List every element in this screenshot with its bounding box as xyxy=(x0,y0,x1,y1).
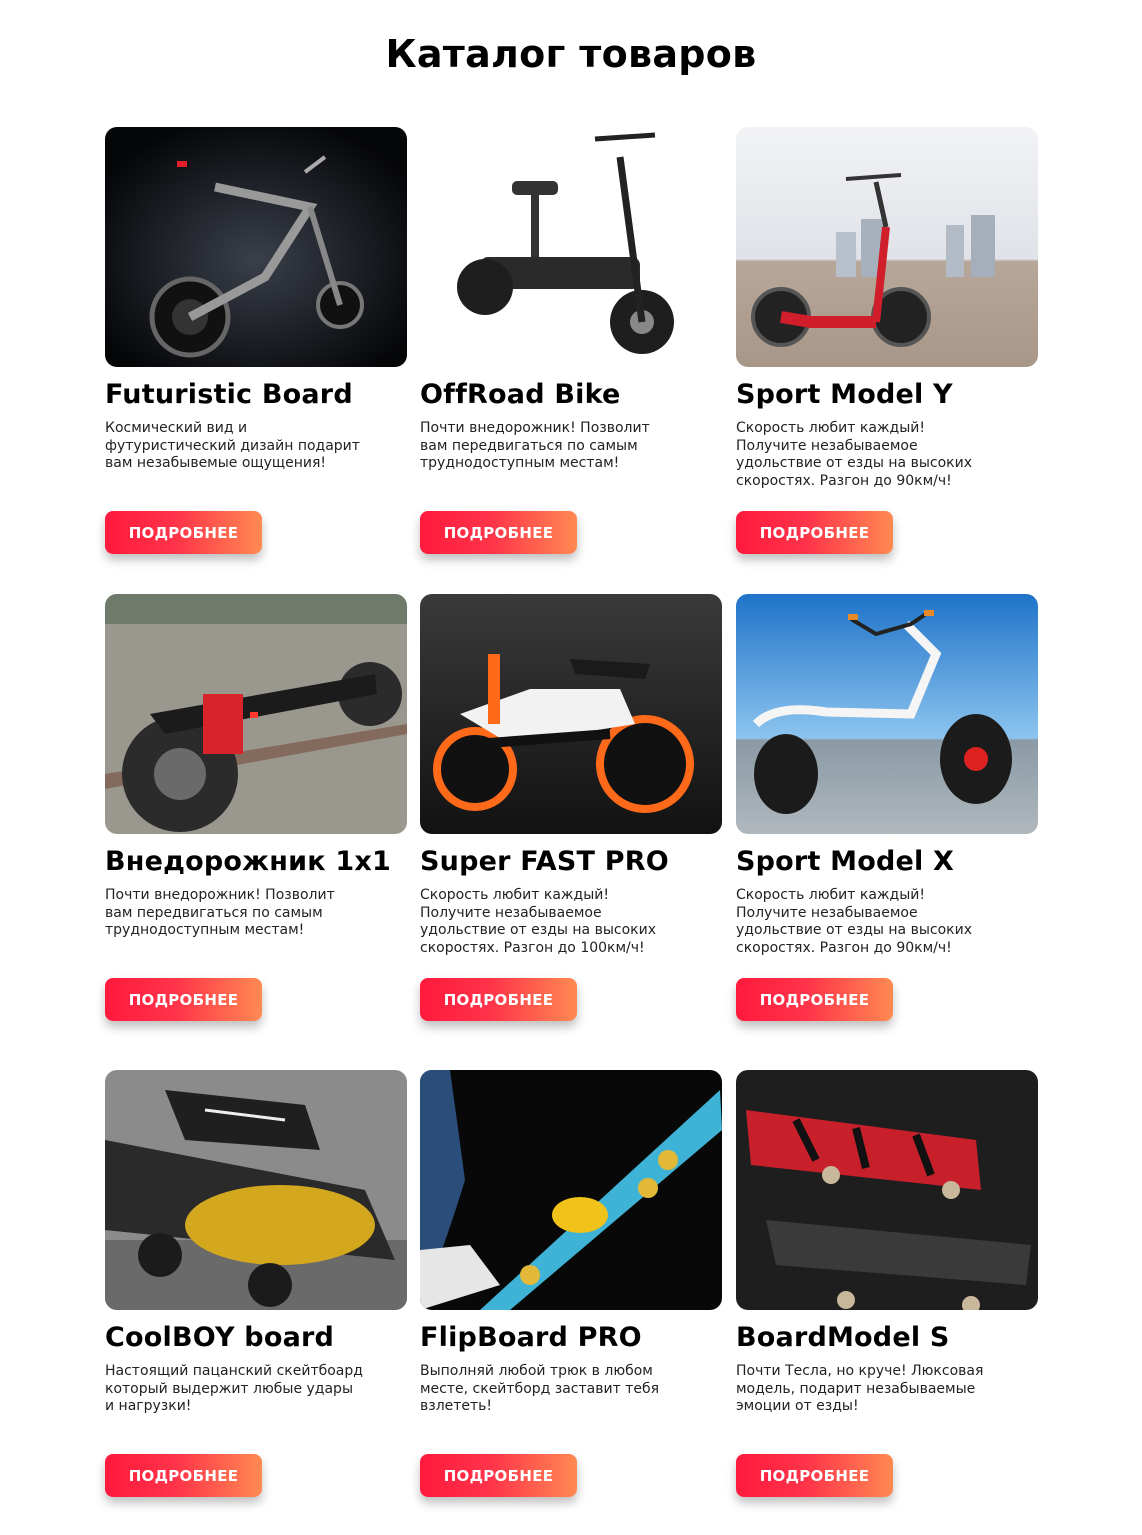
product-image-flipboard-pro[interactable] xyxy=(420,1070,722,1310)
product-description: Выполняй любой трюк в любом месте, скейт… xyxy=(420,1363,660,1414)
product-image-futuristic-board[interactable] xyxy=(105,127,407,367)
details-button[interactable]: ПОДРОБНЕЕ xyxy=(736,1454,893,1497)
product-image-offroad-1x1[interactable] xyxy=(105,594,407,834)
product-title: Sport Model Y xyxy=(736,379,953,410)
details-button[interactable]: ПОДРОБНЕЕ xyxy=(420,1454,577,1497)
product-card: Super FAST PRO Скорость любит каждый! По… xyxy=(420,594,722,1021)
product-card: Futuristic Board Космический вид и футур… xyxy=(105,127,407,554)
product-card: Sport Model Y Скорость любит каждый! Пол… xyxy=(736,127,1038,554)
product-description: Почти внедорожник! Позволит вам передвиг… xyxy=(105,887,335,938)
product-card: CoolBOY board Настоящий пацанский скейтб… xyxy=(105,1070,407,1497)
product-title: OffRoad Bike xyxy=(420,379,621,410)
details-button[interactable]: ПОДРОБНЕЕ xyxy=(420,511,577,554)
product-description: Скорость любит каждый! Получите незабыва… xyxy=(736,420,972,489)
page-title: Каталог товаров xyxy=(385,32,757,76)
product-description: Скорость любит каждый! Получите незабыва… xyxy=(736,887,972,956)
product-title: Super FAST PRO xyxy=(420,846,669,877)
product-title: BoardModel S xyxy=(736,1322,950,1353)
product-description: Скорость любит каждый! Получите незабыва… xyxy=(420,887,656,956)
product-image-super-fast-pro[interactable] xyxy=(420,594,722,834)
product-image-sport-model-x[interactable] xyxy=(736,594,1038,834)
product-image-boardmodel-s[interactable] xyxy=(736,1070,1038,1310)
product-title: Sport Model X xyxy=(736,846,955,877)
product-description: Настоящий пацанский скейтбоард который в… xyxy=(105,1363,363,1414)
product-card: OffRoad Bike Почти внедорожник! Позволит… xyxy=(420,127,722,554)
details-button[interactable]: ПОДРОБНЕЕ xyxy=(736,511,893,554)
product-card: Внедорожник 1x1 Почти внедорожник! Позво… xyxy=(105,594,407,1021)
details-button[interactable]: ПОДРОБНЕЕ xyxy=(105,978,262,1021)
details-button[interactable]: ПОДРОБНЕЕ xyxy=(105,1454,262,1497)
product-card: BoardModel S Почти Тесла, но круче! Люкс… xyxy=(736,1070,1038,1497)
product-card: Sport Model X Скорость любит каждый! Пол… xyxy=(736,594,1038,1021)
product-description: Почти Тесла, но круче! Люксовая модель, … xyxy=(736,1363,984,1414)
product-image-sport-model-y[interactable] xyxy=(736,127,1038,367)
product-title: CoolBOY board xyxy=(105,1322,335,1353)
details-button[interactable]: ПОДРОБНЕЕ xyxy=(736,978,893,1021)
product-description: Космический вид и футуристический дизайн… xyxy=(105,420,360,471)
product-description: Почти внедорожник! Позволит вам передвиг… xyxy=(420,420,650,471)
product-card: FlipBoard PRO Выполняй любой трюк в любо… xyxy=(420,1070,722,1497)
details-button[interactable]: ПОДРОБНЕЕ xyxy=(420,978,577,1021)
product-title: Внедорожник 1x1 xyxy=(105,846,391,877)
product-title: Futuristic Board xyxy=(105,379,353,410)
product-image-offroad-bike[interactable] xyxy=(420,127,722,367)
product-image-coolboy-board[interactable] xyxy=(105,1070,407,1310)
product-title: FlipBoard PRO xyxy=(420,1322,642,1353)
details-button[interactable]: ПОДРОБНЕЕ xyxy=(105,511,262,554)
